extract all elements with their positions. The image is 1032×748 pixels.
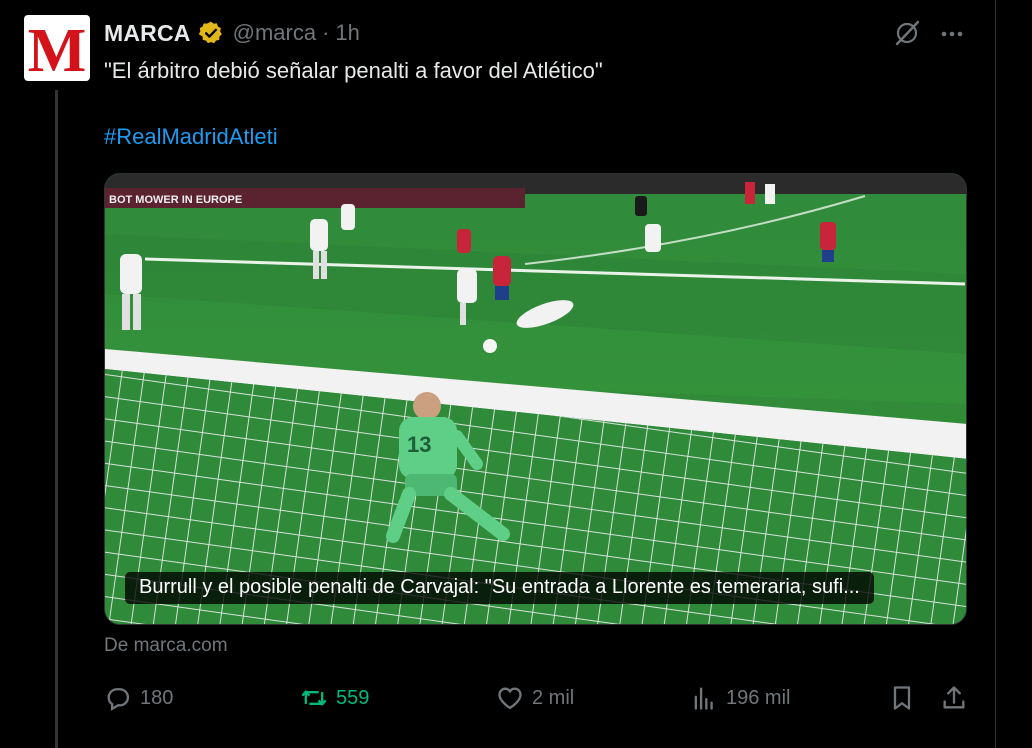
views-icon bbox=[694, 687, 713, 710]
share-icon bbox=[943, 686, 965, 709]
jersey-number: 13 bbox=[407, 432, 431, 457]
author-handle[interactable]: @marca bbox=[233, 20, 316, 46]
like-count: 2 mil bbox=[532, 686, 575, 709]
media-caption: Burrull y el posible penalti de Carvajal… bbox=[125, 572, 874, 604]
retweet-count: 559 bbox=[336, 686, 370, 709]
avatar[interactable]: M bbox=[24, 15, 90, 81]
reply-count: 180 bbox=[140, 686, 174, 709]
author-name[interactable]: MARCA bbox=[104, 20, 191, 47]
retweet-button[interactable]: 559 bbox=[300, 680, 369, 716]
ad-board-text: BOT MOWER IN EUROPE bbox=[109, 194, 242, 206]
reply-icon bbox=[107, 688, 130, 711]
separator-dot: · bbox=[322, 20, 330, 45]
bookmark-icon bbox=[893, 686, 911, 710]
reply-button[interactable]: 180 bbox=[104, 680, 173, 716]
views-button[interactable]: 196 mil bbox=[690, 680, 790, 716]
verified-badge-icon[interactable] bbox=[198, 20, 224, 46]
column-border bbox=[995, 0, 996, 748]
tweet-header: MARCA @marca · 1h bbox=[104, 18, 360, 48]
tweet-text: "El árbitro debió señalar penalti a favo… bbox=[104, 58, 603, 83]
view-count: 196 mil bbox=[726, 686, 791, 709]
bookmark-button[interactable] bbox=[888, 680, 924, 716]
action-bar: 180 559 2 mil 196 mil bbox=[104, 680, 970, 716]
media-card[interactable]: BOT MOWER IN EUROPE 13 Burrull y el posi… bbox=[104, 173, 967, 625]
thread-line bbox=[55, 90, 58, 748]
hashtag-link[interactable]: #RealMadridAtleti bbox=[104, 124, 278, 150]
timestamp[interactable]: 1h bbox=[335, 20, 359, 46]
link-source[interactable]: De marca.com bbox=[104, 635, 228, 657]
avatar-logo: M bbox=[27, 17, 87, 81]
share-button[interactable] bbox=[940, 680, 976, 716]
grok-icon[interactable] bbox=[893, 19, 921, 47]
like-icon bbox=[498, 687, 522, 710]
like-button[interactable]: 2 mil bbox=[496, 680, 574, 716]
football-image: BOT MOWER IN EUROPE 13 bbox=[105, 174, 966, 624]
retweet-icon bbox=[301, 690, 327, 706]
more-icon[interactable] bbox=[938, 20, 966, 48]
